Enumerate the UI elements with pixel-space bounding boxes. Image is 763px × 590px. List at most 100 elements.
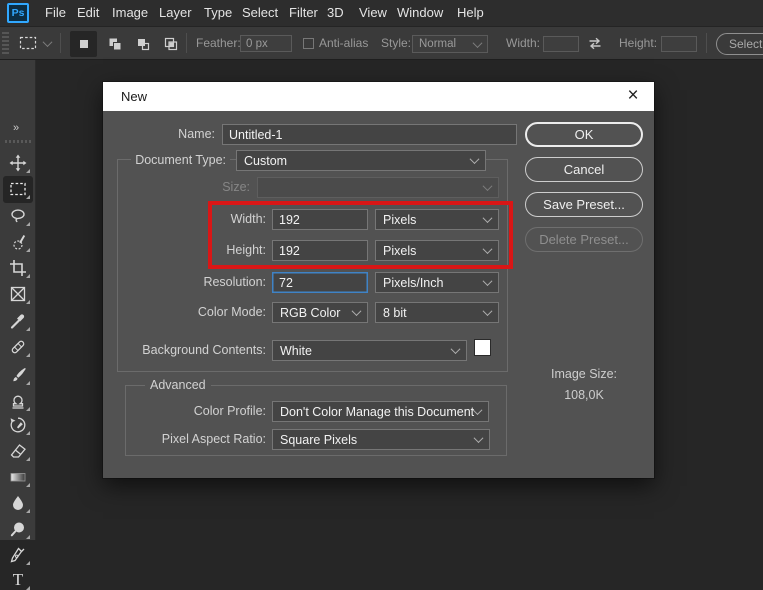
clone-stamp-tool-icon[interactable] bbox=[8, 391, 30, 411]
color-profile-dropdown[interactable]: Don't Color Manage this Document bbox=[272, 401, 489, 422]
name-label: Name: bbox=[178, 127, 215, 141]
add-to-selection-button[interactable] bbox=[101, 31, 128, 57]
history-brush-tool-icon[interactable] bbox=[8, 415, 30, 435]
tool-options-bar: Feather: Anti-alias Style: Normal Width:… bbox=[0, 26, 763, 60]
eraser-tool-icon[interactable] bbox=[8, 441, 30, 461]
options-bar-grip[interactable] bbox=[2, 32, 9, 54]
tools-panel: » T bbox=[0, 60, 36, 590]
document-type-label: Document Type: bbox=[120, 150, 230, 171]
menu-3d[interactable]: 3D bbox=[327, 0, 344, 26]
new-selection-icon bbox=[79, 40, 88, 48]
color-profile-value: Don't Color Manage this Document bbox=[280, 404, 475, 419]
dodge-tool-icon[interactable] bbox=[8, 519, 30, 539]
size-label: Size: bbox=[222, 180, 250, 194]
cancel-button[interactable]: Cancel bbox=[525, 157, 643, 182]
photoshop-window: Ps File Edit Image Layer Type Select Fil… bbox=[0, 0, 763, 590]
menu-file[interactable]: File bbox=[45, 0, 66, 26]
intersect-selection-icon bbox=[164, 37, 177, 51]
menu-window[interactable]: Window bbox=[397, 0, 443, 26]
chevron-down-icon bbox=[482, 244, 493, 255]
chevron-down-icon bbox=[472, 405, 483, 416]
color-profile-label: Color Profile: bbox=[193, 404, 266, 418]
brush-tool-icon[interactable] bbox=[8, 365, 30, 385]
ob-width-input[interactable] bbox=[543, 36, 579, 52]
eyedropper-tool-icon[interactable] bbox=[8, 311, 30, 331]
resolution-label: Resolution: bbox=[203, 275, 266, 289]
anti-alias-checkbox[interactable] bbox=[303, 38, 314, 49]
image-size-value: 108,0K bbox=[564, 388, 604, 402]
chevron-down-icon bbox=[469, 154, 480, 165]
spot-healing-brush-tool-icon[interactable] bbox=[8, 337, 30, 357]
lasso-tool-icon[interactable] bbox=[8, 206, 30, 226]
pixel-aspect-ratio-dropdown[interactable]: Square Pixels bbox=[272, 429, 490, 450]
close-icon[interactable]: × bbox=[622, 82, 644, 111]
tool-preset-chevron-icon[interactable] bbox=[42, 37, 53, 48]
select-and-mask-button[interactable]: Select and Mask... bbox=[716, 33, 763, 55]
menu-select[interactable]: Select bbox=[242, 0, 278, 26]
swap-dimensions-icon[interactable] bbox=[587, 37, 603, 50]
ok-button[interactable]: OK bbox=[525, 122, 643, 147]
ob-height-input[interactable] bbox=[661, 36, 697, 52]
resolution-unit-dropdown[interactable]: Pixels/Inch bbox=[375, 272, 499, 293]
document-type-dropdown[interactable]: Custom bbox=[236, 150, 486, 171]
menu-filter[interactable]: Filter bbox=[289, 0, 318, 26]
chevron-down-icon bbox=[473, 433, 484, 444]
marquee-preset-icon bbox=[19, 36, 37, 50]
color-mode-label: Color Mode: bbox=[197, 305, 266, 319]
rectangular-marquee-tool-icon[interactable] bbox=[8, 179, 30, 199]
background-contents-value: White bbox=[280, 343, 312, 358]
quick-selection-tool-icon[interactable] bbox=[8, 232, 30, 252]
new-selection-button[interactable] bbox=[70, 31, 97, 57]
background-contents-dropdown[interactable]: White bbox=[272, 340, 467, 361]
subtract-from-selection-button[interactable] bbox=[129, 31, 156, 57]
style-dropdown[interactable]: Normal bbox=[412, 35, 488, 53]
bit-depth-dropdown[interactable]: 8 bit bbox=[375, 302, 499, 323]
move-tool-icon[interactable] bbox=[8, 153, 30, 173]
tools-panel-grip[interactable] bbox=[5, 140, 31, 143]
blur-tool-icon[interactable] bbox=[8, 493, 30, 513]
delete-preset-button: Delete Preset... bbox=[525, 227, 643, 252]
chevron-down-icon bbox=[482, 213, 493, 224]
height-unit-dropdown[interactable]: Pixels bbox=[375, 240, 499, 261]
pixel-aspect-ratio-label: Pixel Aspect Ratio: bbox=[161, 432, 266, 446]
background-color-swatch[interactable] bbox=[474, 339, 491, 356]
crop-tool-icon[interactable] bbox=[8, 258, 30, 278]
collapse-panel-icon[interactable]: » bbox=[13, 122, 19, 134]
height-input[interactable] bbox=[272, 240, 368, 261]
color-mode-value: RGB Color bbox=[280, 305, 341, 320]
menu-image[interactable]: Image bbox=[112, 0, 148, 26]
width-input[interactable] bbox=[272, 209, 368, 230]
anti-alias-label: Anti-alias bbox=[319, 36, 369, 50]
frame-tool-icon[interactable] bbox=[8, 284, 30, 304]
width-unit-dropdown[interactable]: Pixels bbox=[375, 209, 499, 230]
name-input[interactable] bbox=[222, 124, 517, 145]
style-label: Style: bbox=[381, 36, 412, 50]
pen-tool-icon[interactable] bbox=[8, 545, 30, 565]
document-type-value: Custom bbox=[244, 153, 288, 168]
subtract-from-selection-icon bbox=[137, 39, 149, 51]
feather-input[interactable] bbox=[240, 35, 292, 52]
chevron-down-icon bbox=[450, 344, 461, 355]
menu-type[interactable]: Type bbox=[204, 0, 232, 26]
menu-help[interactable]: Help bbox=[457, 0, 484, 26]
ob-height-label: Height: bbox=[619, 36, 658, 50]
photoshop-logo-icon: Ps bbox=[7, 3, 29, 23]
intersect-selection-button[interactable] bbox=[157, 31, 184, 57]
height-label: Height: bbox=[226, 243, 266, 257]
menu-edit[interactable]: Edit bbox=[77, 0, 99, 26]
save-preset-button[interactable]: Save Preset... bbox=[525, 192, 643, 217]
ob-width-label: Width: bbox=[506, 36, 541, 50]
pixel-aspect-ratio-value: Square Pixels bbox=[280, 432, 358, 447]
menu-layer[interactable]: Layer bbox=[159, 0, 192, 26]
bit-depth-value: 8 bit bbox=[383, 305, 407, 320]
resolution-input[interactable] bbox=[272, 272, 368, 293]
tool-preset-button[interactable] bbox=[18, 35, 38, 51]
background-contents-label: Background Contents: bbox=[142, 343, 266, 357]
height-unit-value: Pixels bbox=[383, 243, 417, 258]
color-mode-dropdown[interactable]: RGB Color bbox=[272, 302, 368, 323]
type-tool-icon[interactable]: T bbox=[8, 570, 30, 590]
gradient-tool-icon[interactable] bbox=[8, 467, 30, 487]
menu-view[interactable]: View bbox=[359, 0, 387, 26]
width-label: Width: bbox=[230, 212, 266, 226]
advanced-legend: Advanced bbox=[145, 377, 211, 393]
